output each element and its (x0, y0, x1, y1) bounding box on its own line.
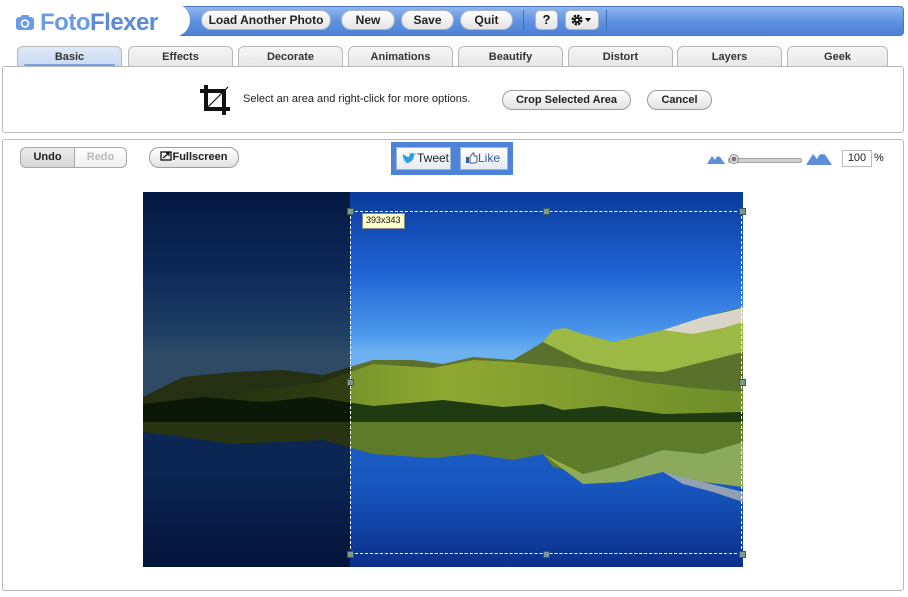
help-button[interactable]: ? (535, 10, 558, 30)
crop-handle-bottom[interactable] (543, 551, 550, 558)
undo-button[interactable]: Undo (20, 147, 75, 168)
photo-canvas[interactable] (143, 192, 743, 567)
crop-handle-left[interactable] (347, 379, 354, 386)
help-icon: ? (542, 12, 551, 27)
tab-geek[interactable]: Geek (787, 46, 888, 68)
tab-decorate[interactable]: Decorate (238, 46, 343, 68)
crop-handle-bottom-left[interactable] (347, 551, 354, 558)
tab-basic[interactable]: Basic (17, 46, 122, 68)
twitter-bird-icon (402, 153, 416, 164)
quit-button[interactable]: Quit (460, 10, 513, 30)
logo-text-flexer: Flexer (89, 9, 158, 36)
crop-dimmed-area (143, 192, 350, 567)
zoom-slider-track[interactable] (728, 158, 802, 163)
zoom-percent-input[interactable]: 100 (842, 150, 872, 167)
tab-distort[interactable]: Distort (568, 46, 673, 68)
logo: FotoFlexer (4, 3, 190, 37)
crop-selected-area-button[interactable]: Crop Selected Area (502, 90, 631, 110)
top-toolbar: FotoFlexer Load Another Photo New Save Q… (0, 0, 908, 40)
crop-handle-top-right[interactable] (739, 208, 746, 215)
tab-effects[interactable]: Effects (128, 46, 233, 68)
redo-button[interactable]: Redo (74, 147, 127, 168)
crop-icon (200, 85, 230, 115)
tweet-label: Tweet (417, 151, 450, 165)
thumbs-up-icon (466, 152, 478, 164)
tweet-button[interactable]: Tweet (396, 147, 451, 170)
zoom-percent-sign: % (874, 152, 884, 164)
crop-selection-box[interactable] (350, 211, 742, 554)
load-another-photo-button[interactable]: Load Another Photo (201, 10, 331, 30)
zoom-out-mountain-icon[interactable] (707, 152, 725, 164)
tab-layers[interactable]: Layers (677, 46, 782, 68)
toolbar-divider (606, 10, 607, 30)
toolbar-divider (523, 10, 524, 30)
crop-handle-top[interactable] (543, 208, 550, 215)
camera-icon (16, 15, 34, 30)
like-label: Like (478, 151, 501, 165)
logo-text: FotoFlexer (40, 9, 158, 37)
tab-animations[interactable]: Animations (348, 46, 453, 68)
crop-handle-top-left[interactable] (347, 208, 354, 215)
new-button[interactable]: New (341, 10, 395, 30)
fullscreen-button[interactable]: Fullscreen (149, 147, 239, 168)
tab-beautify[interactable]: Beautify (458, 46, 563, 68)
gear-icon (571, 14, 591, 26)
tab-bar: Basic Effects Decorate Animations Beauti… (0, 44, 908, 68)
like-button[interactable]: Like (460, 147, 508, 170)
fullscreen-icon (160, 151, 173, 161)
crop-instruction: Select an area and right-click for more … (243, 93, 471, 105)
cancel-button[interactable]: Cancel (647, 90, 712, 110)
fullscreen-label: Fullscreen (172, 151, 228, 163)
save-button[interactable]: Save (401, 10, 454, 30)
social-share-bar: Tweet Like (391, 142, 513, 175)
selection-size-label: 393x343 (362, 213, 405, 229)
settings-button[interactable] (565, 10, 599, 30)
zoom-in-mountain-icon[interactable] (806, 148, 832, 165)
logo-text-foto: Foto (40, 9, 90, 36)
crop-handle-bottom-right[interactable] (739, 551, 746, 558)
crop-handle-right[interactable] (739, 379, 746, 386)
